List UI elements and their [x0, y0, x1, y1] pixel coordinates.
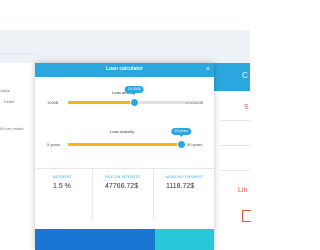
- loan-maturity-thumb[interactable]: [177, 140, 187, 149]
- loan-amount-min: 1000$: [47, 100, 59, 105]
- modal-footer-left: [35, 229, 155, 250]
- result-paid-value: 47766.72$: [105, 183, 139, 190]
- modal-header: Loan calculator ×: [35, 63, 214, 77]
- bg-right-button[interactable]: [242, 210, 251, 222]
- page-header-strip: [0, 30, 250, 63]
- result-monthly-payment: MONTHLY PAYMENT 1118.72$: [166, 175, 203, 205]
- loan-maturity-max: 30 years: [187, 142, 203, 147]
- bg-right-label-2: Lin: [238, 187, 248, 194]
- loan-calculator-modal: Loan calculator × Loan amount 1000$ 1000…: [35, 63, 214, 250]
- loan-maturity-bubble: 20 years: [171, 128, 191, 137]
- page-divider: [0, 54, 38, 55]
- result-monthly-value: 1118.72$: [166, 183, 195, 190]
- loan-amount-fill: [68, 101, 135, 104]
- bg-text-per-month: 06 per month: [0, 126, 24, 131]
- loan-maturity-slider[interactable]: 20 years: [68, 128, 191, 149]
- result-interest: INTEREST 1.5 %: [53, 175, 72, 205]
- modal-title: Loan calculator: [106, 66, 143, 72]
- modal-footer-right: [155, 229, 214, 250]
- page-topbar: [0, 0, 250, 30]
- loan-amount-slider[interactable]: 20 000$: [68, 86, 186, 107]
- result-separator: [153, 169, 154, 219]
- result-paid-label: PAID ON INTEREST: [105, 175, 141, 179]
- result-interest-label: INTEREST: [53, 175, 72, 179]
- loan-amount-thumb[interactable]: [130, 98, 140, 107]
- bg-text-value: Value: [0, 88, 10, 93]
- loan-maturity-min: 5 years: [47, 142, 61, 147]
- results-divider: [35, 168, 214, 169]
- result-separator: [92, 169, 93, 219]
- bg-right-label-1: S: [244, 104, 249, 111]
- loan-amount-bubble: 20 000$: [124, 86, 144, 95]
- bg-right-card-header: C: [214, 63, 250, 91]
- result-paid-on-interest: PAID ON INTEREST 47766.72$: [105, 175, 141, 205]
- loan-maturity-label: Loan maturity: [110, 129, 135, 134]
- loan-amount-max: 1000000$: [185, 100, 203, 105]
- close-icon[interactable]: ×: [206, 65, 210, 74]
- result-interest-value: 1.5 %: [53, 183, 71, 190]
- bg-text-deals: Deals: [4, 99, 15, 104]
- loan-maturity-fill: [68, 143, 182, 146]
- result-monthly-label: MONTHLY PAYMENT: [166, 175, 204, 179]
- bg-right-card-title: C: [242, 71, 248, 80]
